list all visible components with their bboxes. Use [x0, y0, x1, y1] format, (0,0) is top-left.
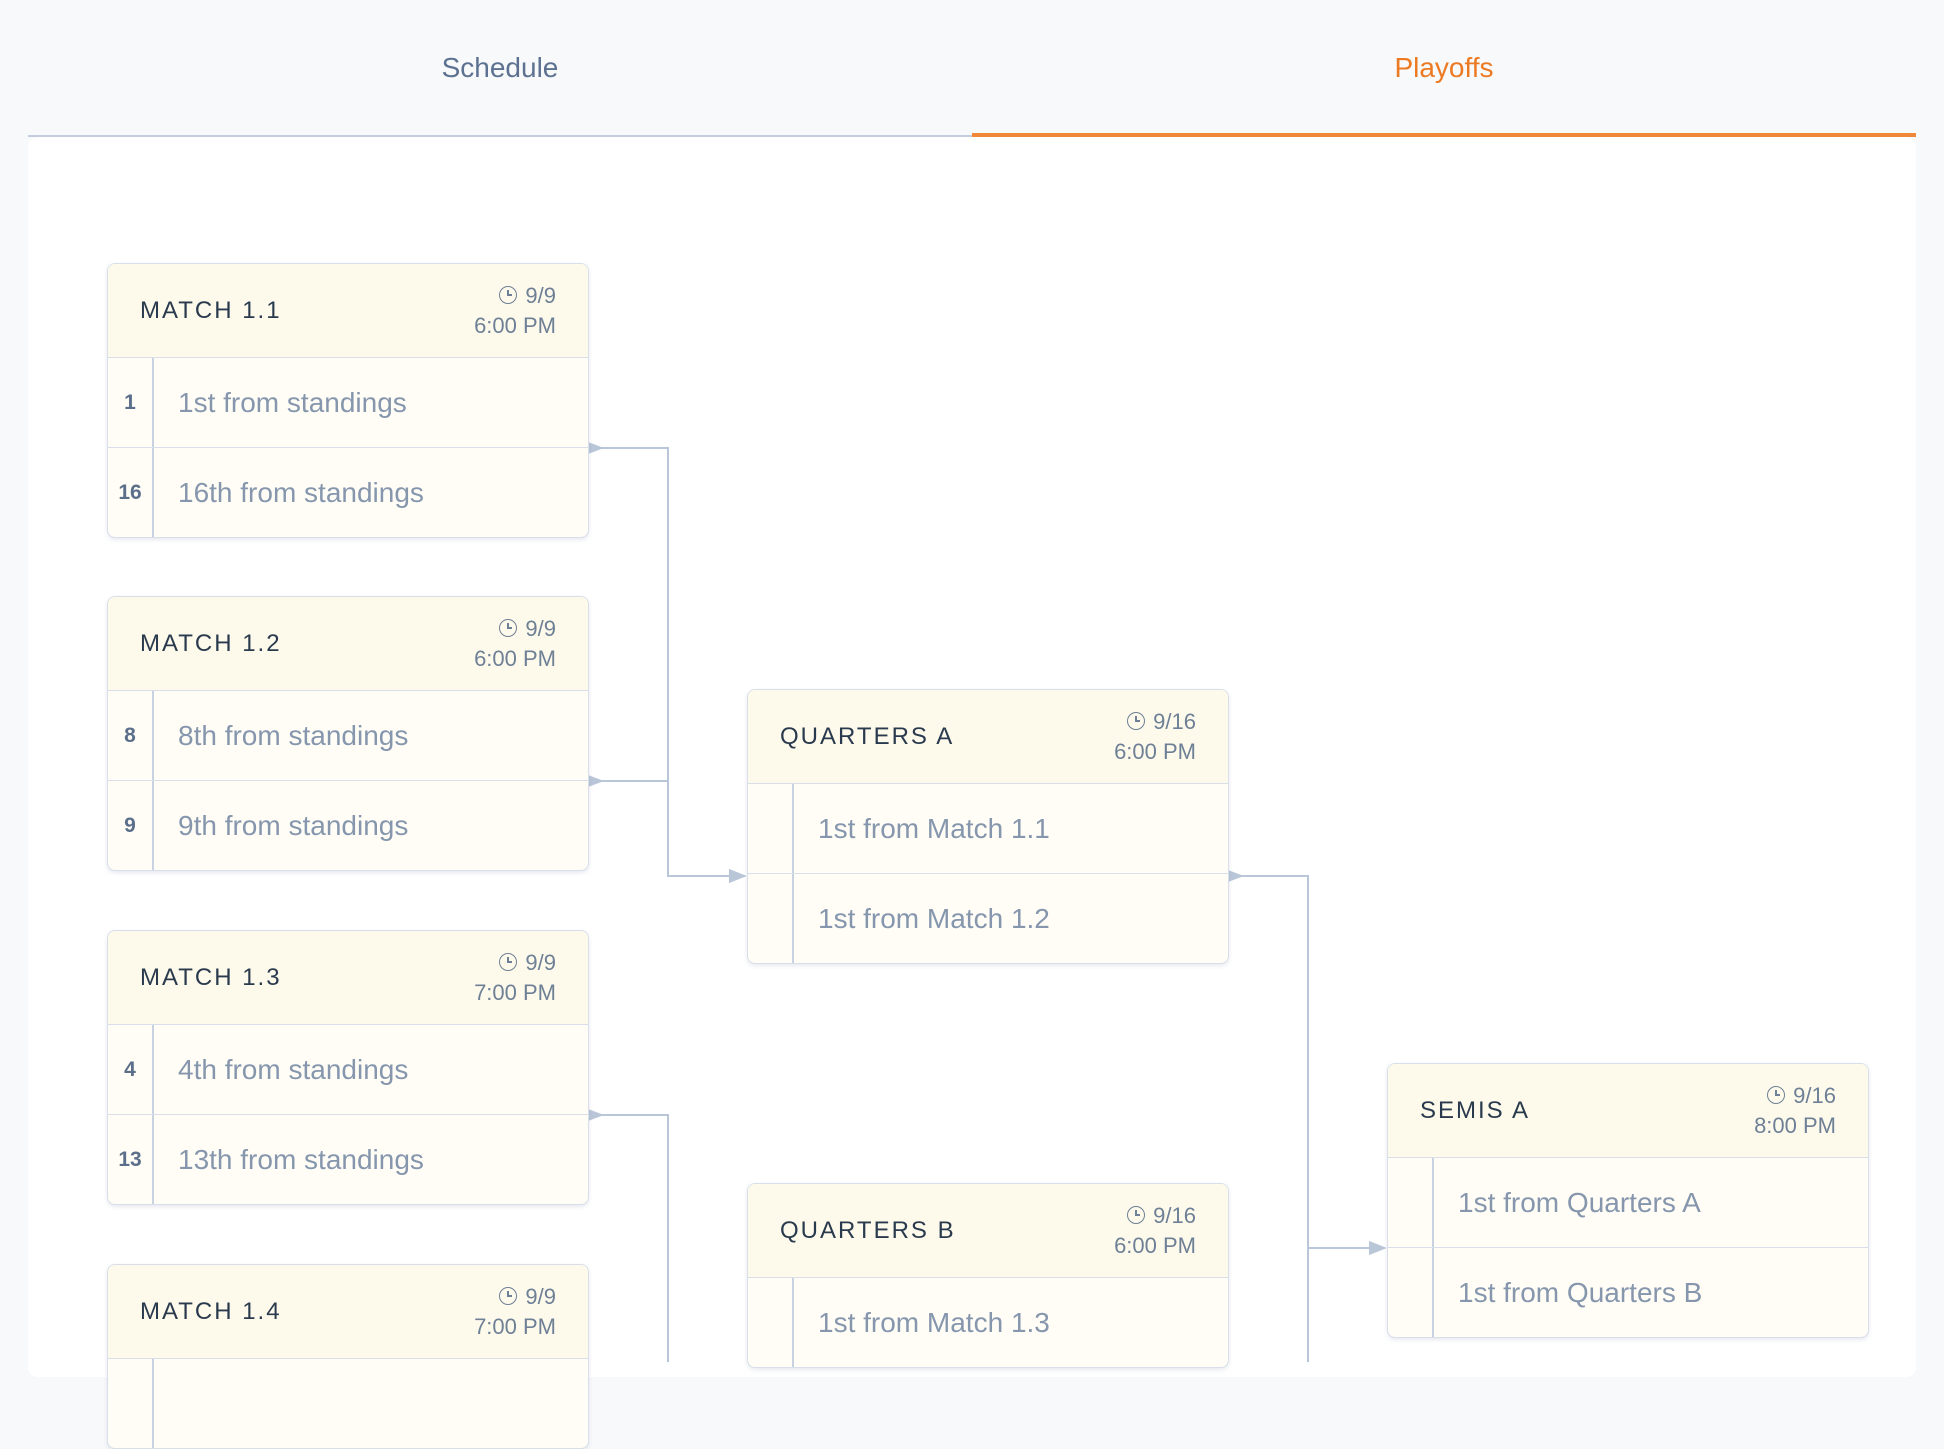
match-title: QUARTERS B: [780, 1216, 956, 1244]
match-title: MATCH 1.3: [140, 963, 282, 991]
match-title: QUARTERS A: [780, 722, 955, 750]
match-datetime: 9/9 7:00 PM: [474, 948, 556, 1008]
match-title: SEMIS A: [1420, 1096, 1531, 1124]
bracket-slot[interactable]: [108, 1359, 588, 1448]
seed-number: [108, 1359, 154, 1448]
match-date: 9/9: [525, 949, 556, 975]
match-card-semis-a[interactable]: SEMIS A 9/16 8:00 PM 1st from Quarters A…: [1387, 1063, 1869, 1338]
match-card-quarters-b[interactable]: QUARTERS B 9/16 6:00 PM 1st from Match 1…: [747, 1183, 1229, 1368]
match-title: MATCH 1.4: [140, 1297, 282, 1325]
match-datetime: 9/16 8:00 PM: [1754, 1081, 1836, 1141]
seed-number: 1: [108, 358, 154, 447]
slot-label: 1st from Match 1.2: [818, 902, 1050, 934]
clock-icon: [499, 952, 518, 971]
clock-icon: [499, 285, 518, 304]
seed-number: [748, 784, 794, 873]
slot-label: [154, 1359, 588, 1448]
seed-number: 4: [108, 1025, 154, 1114]
bracket-slot[interactable]: 1st from Match 1.2: [748, 874, 1228, 963]
seed-number: [1388, 1158, 1434, 1247]
seed-number: [1388, 1248, 1434, 1337]
match-time: 6:00 PM: [1114, 1232, 1196, 1258]
bracket-slot[interactable]: 1st from Match 1.3: [748, 1278, 1228, 1367]
seed-number: [748, 1278, 794, 1367]
match-header: MATCH 1.2 9/9 6:00 PM: [108, 597, 588, 691]
match-time: 6:00 PM: [1114, 738, 1196, 764]
match-time: 7:00 PM: [474, 1313, 556, 1339]
clock-icon: [1767, 1085, 1786, 1104]
match-card-quarters-a[interactable]: QUARTERS A 9/16 6:00 PM 1st from Match 1…: [747, 689, 1229, 964]
bracket-slot[interactable]: 1 1st from standings: [108, 358, 588, 448]
clock-icon: [499, 618, 518, 637]
slot-label: 1st from standings: [178, 386, 407, 418]
match-time: 8:00 PM: [1754, 1112, 1836, 1138]
bracket-slot[interactable]: 1st from Quarters B: [1388, 1248, 1868, 1337]
match-header: QUARTERS B 9/16 6:00 PM: [748, 1184, 1228, 1278]
slot-label: 1st from Quarters A: [1458, 1186, 1701, 1218]
match-date: 9/9: [525, 615, 556, 641]
match-date: 9/16: [1153, 1202, 1196, 1228]
seed-number: [748, 874, 794, 963]
bracket-slot[interactable]: 1st from Match 1.1: [748, 784, 1228, 874]
match-card-1-4[interactable]: MATCH 1.4 9/9 7:00 PM: [107, 1264, 589, 1449]
match-time: 6:00 PM: [474, 645, 556, 671]
slot-label: 1st from Quarters B: [1458, 1276, 1703, 1308]
seed-number: 13: [108, 1115, 154, 1204]
bracket-slot[interactable]: 1st from Quarters A: [1388, 1158, 1868, 1248]
match-card-1-3[interactable]: MATCH 1.3 9/9 7:00 PM 4 4th from standin…: [107, 930, 589, 1205]
bracket-slot[interactable]: 8 8th from standings: [108, 691, 588, 781]
bracket-slot[interactable]: 13 13th from standings: [108, 1115, 588, 1204]
match-datetime: 9/16 6:00 PM: [1114, 707, 1196, 767]
tab-bar: Schedule Playoffs: [28, 0, 1916, 137]
match-datetime: 9/9 6:00 PM: [474, 614, 556, 674]
tab-schedule[interactable]: Schedule: [28, 0, 972, 135]
match-header: SEMIS A 9/16 8:00 PM: [1388, 1064, 1868, 1158]
slot-label: 13th from standings: [178, 1143, 424, 1175]
seed-number: 8: [108, 691, 154, 780]
clock-icon: [1127, 711, 1146, 730]
seed-number: 16: [108, 448, 154, 537]
bracket-slot[interactable]: 4 4th from standings: [108, 1025, 588, 1115]
match-date: 9/16: [1793, 1082, 1836, 1108]
match-header: QUARTERS A 9/16 6:00 PM: [748, 690, 1228, 784]
slot-label: 1st from Match 1.3: [818, 1306, 1050, 1338]
clock-icon: [1127, 1205, 1146, 1224]
match-datetime: 9/9 7:00 PM: [474, 1282, 556, 1342]
match-datetime: 9/16 6:00 PM: [1114, 1201, 1196, 1261]
tab-playoffs[interactable]: Playoffs: [972, 0, 1916, 137]
match-date: 9/16: [1153, 708, 1196, 734]
match-date: 9/9: [525, 282, 556, 308]
bracket-slot[interactable]: 16 16th from standings: [108, 448, 588, 537]
slot-label: 9th from standings: [178, 809, 409, 841]
match-header: MATCH 1.1 9/9 6:00 PM: [108, 264, 588, 358]
match-time: 6:00 PM: [474, 312, 556, 338]
match-card-1-1[interactable]: MATCH 1.1 9/9 6:00 PM 1 1st from standin…: [107, 263, 589, 538]
match-header: MATCH 1.3 9/9 7:00 PM: [108, 931, 588, 1025]
clock-icon: [499, 1286, 518, 1305]
match-title: MATCH 1.1: [140, 296, 282, 324]
slot-label: 1st from Match 1.1: [818, 812, 1050, 844]
match-header: MATCH 1.4 9/9 7:00 PM: [108, 1265, 588, 1359]
seed-number: 9: [108, 781, 154, 870]
slot-label: 16th from standings: [178, 476, 424, 508]
slot-label: 4th from standings: [178, 1053, 409, 1085]
match-datetime: 9/9 6:00 PM: [474, 281, 556, 341]
match-time: 7:00 PM: [474, 979, 556, 1005]
bracket-slot[interactable]: 9 9th from standings: [108, 781, 588, 870]
slot-label: 8th from standings: [178, 719, 409, 751]
match-date: 9/9: [525, 1283, 556, 1309]
match-title: MATCH 1.2: [140, 629, 282, 657]
match-card-1-2[interactable]: MATCH 1.2 9/9 6:00 PM 8 8th from standin…: [107, 596, 589, 871]
